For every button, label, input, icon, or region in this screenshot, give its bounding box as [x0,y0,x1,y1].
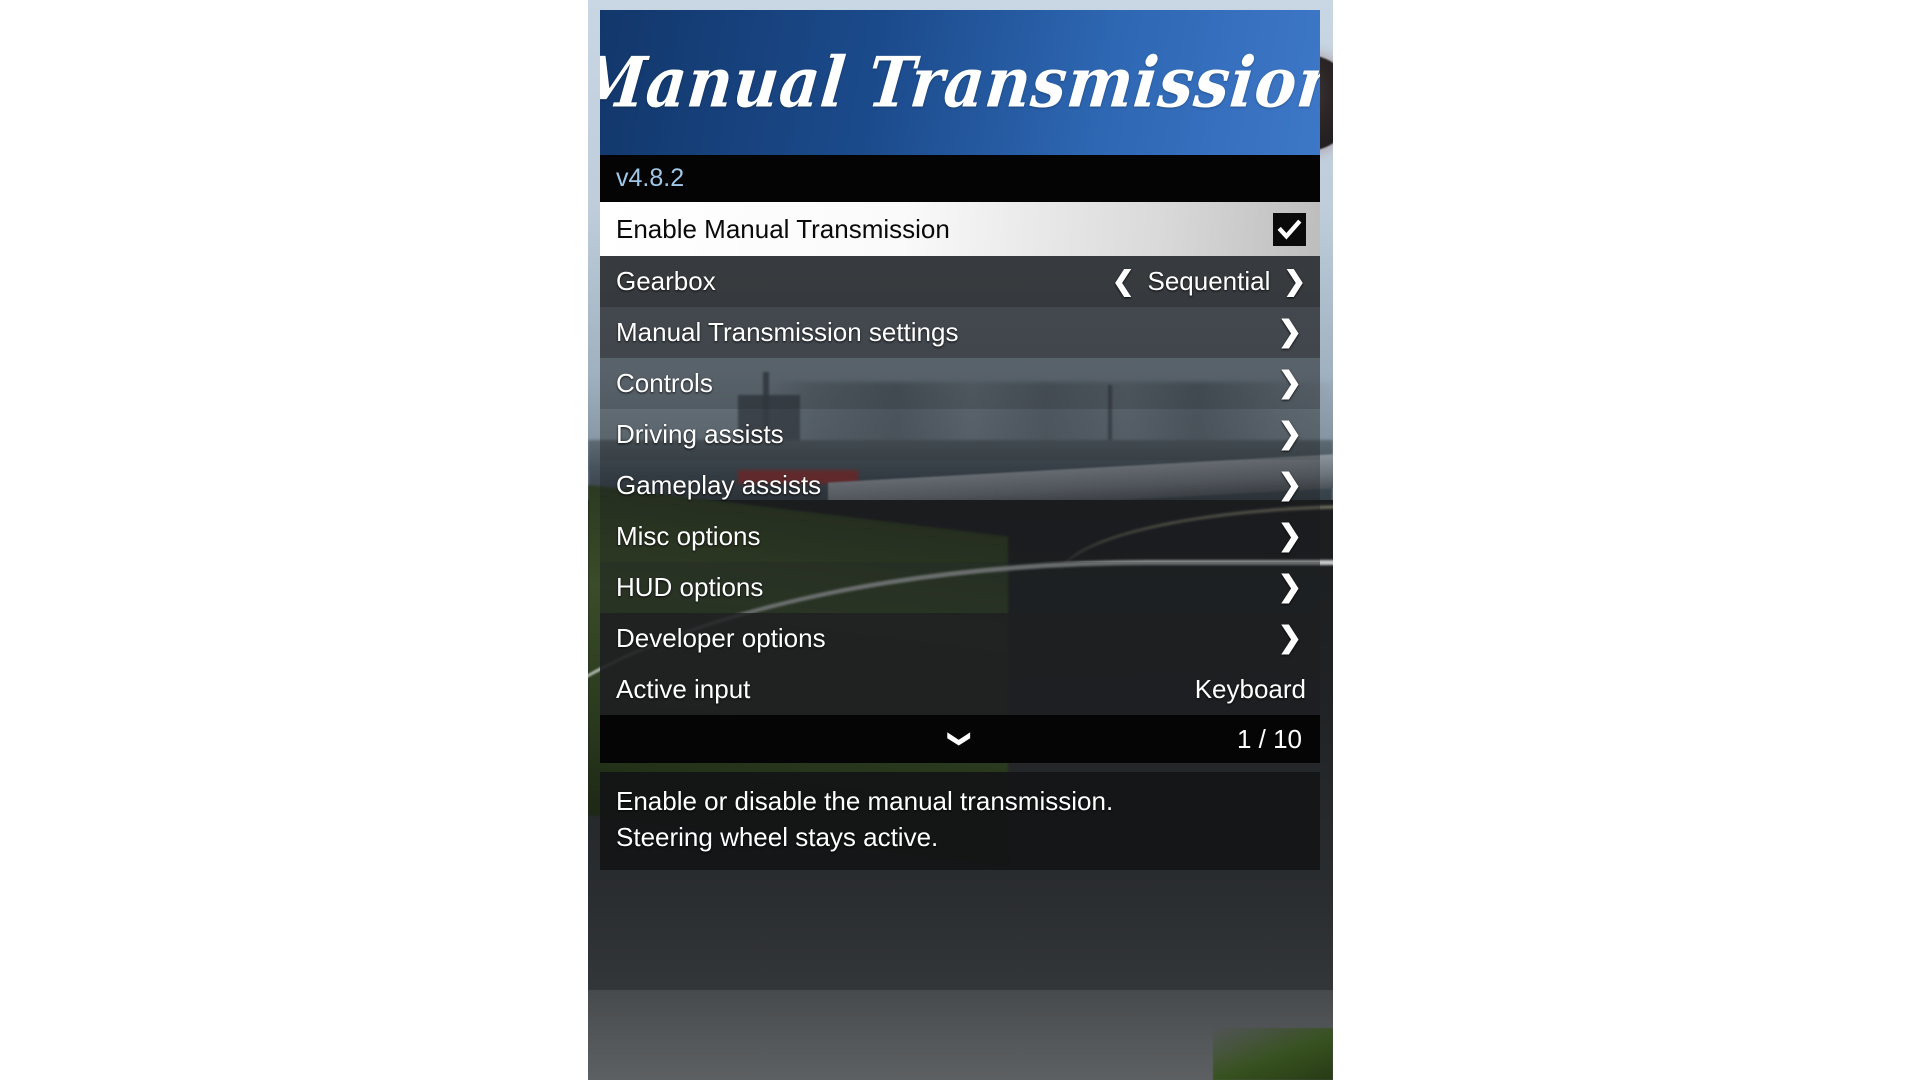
description-line-1: Enable or disable the manual transmissio… [616,786,1114,816]
screen: Manual Transmission v4.8.2 Enable Manual… [0,0,1920,1080]
menu-item-enable-manual-transmission[interactable]: Enable Manual Transmission [600,202,1320,256]
menu-item-label: Active input [616,674,751,704]
menu-item-manual-transmission-settings[interactable]: Manual Transmission settings ❯ [600,307,1320,358]
menu-item-developer-options[interactable]: Developer options ❯ [600,613,1320,664]
gearbox-value: Sequential [1147,266,1271,296]
menu-item-label: HUD options [616,572,764,602]
menu-item-label: Controls [616,368,713,398]
menu-item-label: Manual Transmission settings [616,317,959,347]
menu-item-gameplay-assists[interactable]: Gameplay assists ❯ [600,460,1320,511]
chevron-right-icon: ❯ [1277,418,1302,450]
menu-header-banner: Manual Transmission [600,10,1320,155]
description-panel: Enable or disable the manual transmissio… [600,772,1320,870]
page-indicator: 1 / 10 [1236,723,1302,754]
active-input-value: Keyboard [1194,674,1306,704]
gearbox-selector[interactable]: ❮ Sequential ❯ [1112,266,1306,297]
menu-item-label: Gameplay assists [616,470,822,500]
menu-item-label: Developer options [616,623,826,653]
menu-item-hud-options[interactable]: HUD options ❯ [600,562,1320,613]
chevron-left-icon[interactable]: ❮ [1112,268,1135,295]
menu-title: Manual Transmission [600,41,1320,124]
background-grass-corner [1213,1028,1333,1080]
enable-manual-transmission-checkbox[interactable] [1273,212,1306,246]
version-label: v4.8.2 [616,164,685,192]
version-bar: v4.8.2 [600,155,1320,202]
chevron-right-icon: ❯ [1277,622,1302,654]
chevron-right-icon[interactable]: ❯ [1283,268,1306,295]
chevron-right-icon: ❯ [1277,520,1302,552]
menu-item-label: Driving assists [616,419,784,449]
menu-item-gearbox[interactable]: Gearbox ❮ Sequential ❯ [600,256,1320,307]
chevron-right-icon: ❯ [1277,469,1302,501]
menu-item-active-input[interactable]: Active input Keyboard [600,664,1320,715]
description-line-2: Steering wheel stays active. [616,821,939,852]
menu-pager[interactable]: ❯ 1 / 10 [600,715,1320,763]
menu-item-misc-options[interactable]: Misc options ❯ [600,511,1320,562]
menu-item-label: Gearbox [616,266,716,296]
manual-transmission-menu: Manual Transmission v4.8.2 Enable Manual… [600,10,1320,870]
menu-item-driving-assists[interactable]: Driving assists ❯ [600,409,1320,460]
menu-item-label: Misc options [616,521,761,551]
menu-item-label: Enable Manual Transmission [616,213,950,244]
chevron-right-icon: ❯ [1277,367,1302,399]
chevron-right-icon: ❯ [1277,571,1302,603]
chevron-right-icon: ❯ [1277,316,1302,348]
menu-item-controls[interactable]: Controls ❯ [600,358,1320,409]
